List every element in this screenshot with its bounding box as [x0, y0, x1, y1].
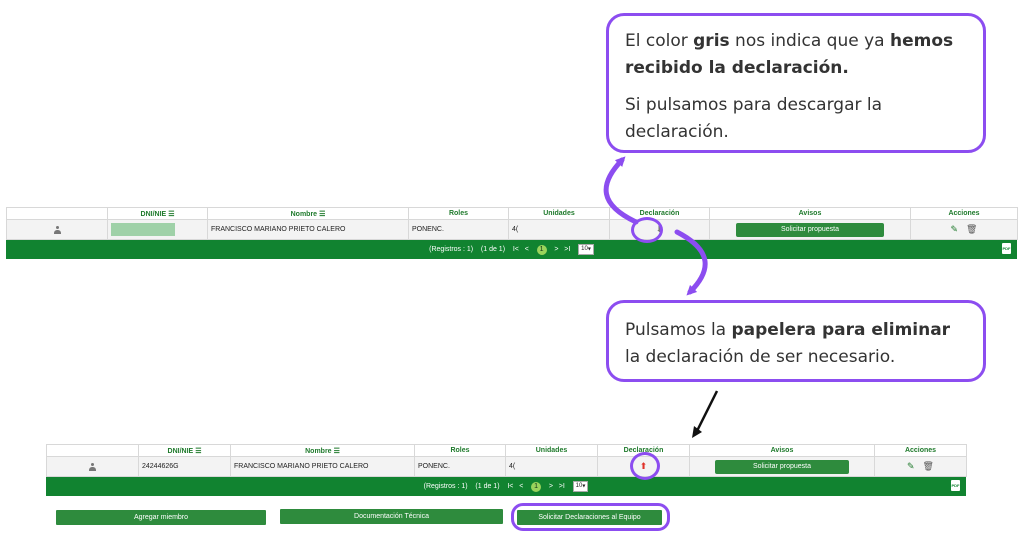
arrow-to-callout-bottom [674, 229, 708, 296]
arrow-to-callout-top [603, 156, 639, 225]
annotation-arrows [603, 156, 719, 438]
arrow-to-trash [695, 390, 719, 432]
